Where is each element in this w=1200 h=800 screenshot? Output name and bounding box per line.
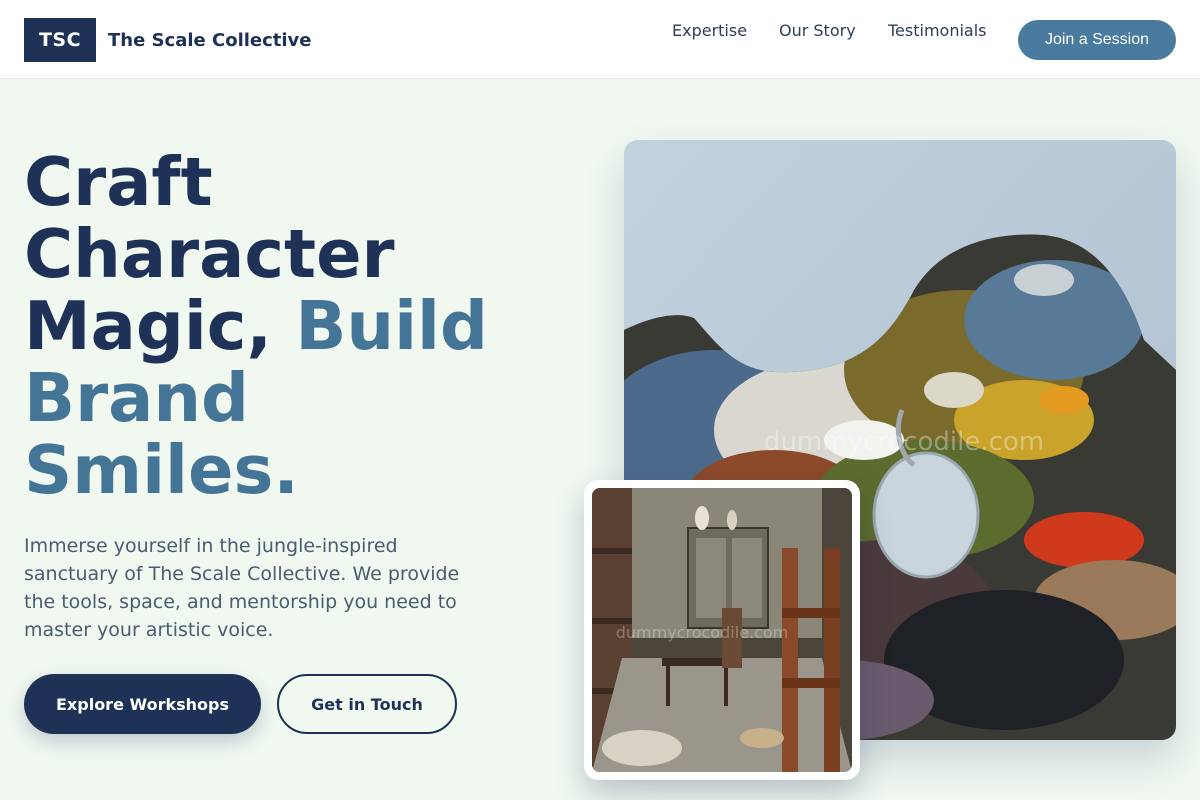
main-image-watermark: dummycrocodile.com (764, 427, 1044, 457)
join-session-button[interactable]: Join a Session (1018, 20, 1176, 60)
inset-image-watermark: dummycrocodile.com (616, 623, 788, 642)
site-header: TSC The Scale Collective Expertise Our S… (0, 0, 1200, 79)
nav-link-our-story[interactable]: Our Story (779, 21, 856, 40)
hero-title-accent-2: Brand (24, 359, 249, 437)
hero-description: Immerse yourself in the jungle-inspired … (24, 535, 460, 641)
logo[interactable]: TSC The Scale Collective (24, 18, 312, 62)
logo-badge: TSC (24, 18, 96, 62)
hero-title-accent-3: Smiles. (24, 431, 299, 509)
nav-link-expertise[interactable]: Expertise (672, 21, 747, 40)
hero-title-line-2: Character (24, 215, 395, 293)
brand-name: The Scale Collective (108, 29, 312, 51)
get-in-touch-button[interactable]: Get in Touch (277, 674, 457, 734)
explore-workshops-button[interactable]: Explore Workshops (24, 674, 261, 734)
hero-title: Craft Character Magic, Build Brand Smile… (24, 146, 584, 506)
hero-title-line-3: Magic, (24, 287, 296, 365)
studio-interior-image: dummycrocodile.com (592, 488, 852, 772)
studio-photo-card: dummycrocodile.com (584, 480, 860, 780)
hero-title-accent-1: Build (295, 287, 488, 365)
hero-title-line-1: Craft (24, 143, 213, 221)
nav-link-testimonials[interactable]: Testimonials (888, 21, 987, 40)
